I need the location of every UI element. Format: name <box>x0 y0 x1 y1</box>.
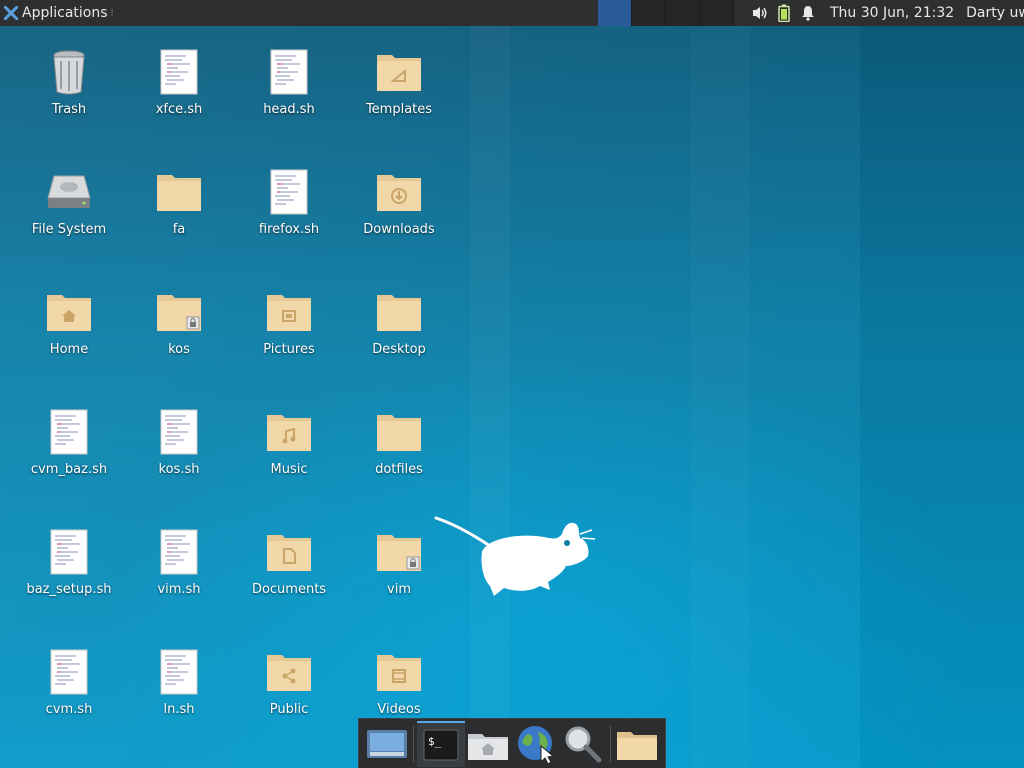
desktop-icon-label: Home <box>49 342 89 357</box>
script-icon <box>155 648 203 696</box>
folder-documents-icon <box>265 528 313 576</box>
top-panel: Applications ⁝ Thu 30 Jun, 21:32 Darty u <box>0 0 1024 26</box>
folder-locked-icon <box>155 288 203 336</box>
script-icon <box>155 48 203 96</box>
desktop-icon-label: cvm.sh <box>45 702 93 717</box>
desktop-icon-label: cvm_baz.sh <box>30 462 108 477</box>
folder-templates-icon <box>375 48 423 96</box>
desktop-icon-music[interactable]: Music <box>234 386 344 496</box>
folder-home-icon <box>45 288 93 336</box>
clock[interactable]: Thu 30 Jun, 21:32 <box>830 5 954 21</box>
workspace-2[interactable] <box>632 0 666 26</box>
desktop-icon-label: head.sh <box>263 102 315 117</box>
dock-separator <box>609 725 611 762</box>
desktop-icon-label: Downloads <box>363 222 435 237</box>
desktop-icon-cvm-baz-sh[interactable]: cvm_baz.sh <box>14 386 124 496</box>
folder-videos-icon <box>375 648 423 696</box>
folder-music-icon <box>265 408 313 456</box>
workspace-1[interactable] <box>598 0 632 26</box>
desktop-icon-grid: Trash xfce.sh head.sh Templates File Sys… <box>0 26 460 717</box>
app-finder-icon[interactable] <box>559 721 606 767</box>
battery-icon[interactable] <box>772 0 796 26</box>
applications-menu-button[interactable]: Applications ⁝ <box>0 0 118 26</box>
desktop-icon-label: vim <box>387 582 411 597</box>
desktop-icon-label: Public <box>269 702 309 717</box>
desktop-icon-label: dotfiles <box>375 462 423 477</box>
desktop-icon-label: kos.sh <box>158 462 200 477</box>
desktop-icon-templates[interactable]: Templates <box>344 26 454 136</box>
folder-locked-icon <box>375 528 423 576</box>
desktop-icon-label: Documents <box>251 582 327 597</box>
workspace-3[interactable] <box>666 0 700 26</box>
script-icon <box>265 48 313 96</box>
desktop-icon-ln-sh[interactable]: ln.sh <box>124 626 234 736</box>
desktop-icon-dotfiles[interactable]: dotfiles <box>344 386 454 496</box>
desktop-icon-label: vim.sh <box>157 582 201 597</box>
terminal-icon[interactable]: $_ <box>417 720 465 767</box>
desktop-icon-label: Videos <box>377 702 421 717</box>
volume-icon[interactable] <box>748 0 772 26</box>
desktop-icon-vim-sh[interactable]: vim.sh <box>124 506 234 616</box>
applications-label: Applications <box>22 5 108 21</box>
xfce-logo-icon <box>4 6 18 20</box>
home-folder-icon[interactable] <box>465 721 512 767</box>
desktop-icon-fa[interactable]: fa <box>124 146 234 256</box>
applications-menu-handle: ⁝ <box>110 7 114 19</box>
folder-downloads-icon <box>375 168 423 216</box>
script-icon <box>45 648 93 696</box>
dock: $_ <box>358 718 666 768</box>
desktop-icon-kos[interactable]: kos <box>124 266 234 376</box>
desktop-icon-label: baz_setup.sh <box>26 582 112 597</box>
desktop-icon-label: firefox.sh <box>258 222 320 237</box>
desktop-icon-label: ln.sh <box>163 702 195 717</box>
desktop-icon-public[interactable]: Public <box>234 626 344 736</box>
desktop-icon-kos-sh[interactable]: kos.sh <box>124 386 234 496</box>
desktop-icon-downloads[interactable]: Downloads <box>344 146 454 256</box>
xfce-mouse-mascot <box>434 516 596 596</box>
desktop-icon-firefox-sh[interactable]: firefox.sh <box>234 146 344 256</box>
web-browser-icon[interactable] <box>512 721 559 767</box>
folder-icon <box>375 288 423 336</box>
desktop-icon-label: xfce.sh <box>155 102 203 117</box>
trash-icon <box>45 48 93 96</box>
script-icon <box>265 168 313 216</box>
desktop-icon-home[interactable]: Home <box>14 266 124 376</box>
desktop-icon-label: Music <box>270 462 308 477</box>
desktop-icon-label: Desktop <box>372 342 426 357</box>
script-icon <box>45 528 93 576</box>
file-manager-icon[interactable] <box>614 721 661 767</box>
desktop-icon-label: kos <box>168 342 190 357</box>
script-icon <box>155 408 203 456</box>
system-tray: Thu 30 Jun, 21:32 Darty uwu <box>748 0 1024 26</box>
desktop-icon-baz-setup-sh[interactable]: baz_setup.sh <box>14 506 124 616</box>
desktop-icon-label: Trash <box>51 102 87 117</box>
desktop-icon-trash[interactable]: Trash <box>14 26 124 136</box>
folder-icon <box>155 168 203 216</box>
script-icon <box>155 528 203 576</box>
folder-public-icon <box>265 648 313 696</box>
desktop-icon-xfce-sh[interactable]: xfce.sh <box>124 26 234 136</box>
show-desktop-icon[interactable] <box>363 721 410 767</box>
desktop-icon-label: Pictures <box>263 342 315 357</box>
desktop-icon-documents[interactable]: Documents <box>234 506 344 616</box>
desktop-icon-label: Templates <box>365 102 433 117</box>
desktop-icon-file-system[interactable]: File System <box>14 146 124 256</box>
notification-bell-icon[interactable] <box>796 0 820 26</box>
user-menu[interactable]: Darty uwu <box>966 5 1024 21</box>
dock-separator <box>413 725 415 762</box>
desktop-icon-cvm-sh[interactable]: cvm.sh <box>14 626 124 736</box>
desktop-icon-head-sh[interactable]: head.sh <box>234 26 344 136</box>
workspace-switcher <box>598 0 734 26</box>
desktop-icon-label: File System <box>31 222 107 237</box>
folder-icon <box>375 408 423 456</box>
script-icon <box>45 408 93 456</box>
svg-text:$_: $_ <box>428 735 442 748</box>
desktop-icon-desktop[interactable]: Desktop <box>344 266 454 376</box>
folder-pictures-icon <box>265 288 313 336</box>
desktop-icon-pictures[interactable]: Pictures <box>234 266 344 376</box>
workspace-4[interactable] <box>700 0 734 26</box>
drive-icon <box>45 168 93 216</box>
desktop-icon-label: fa <box>172 222 186 237</box>
